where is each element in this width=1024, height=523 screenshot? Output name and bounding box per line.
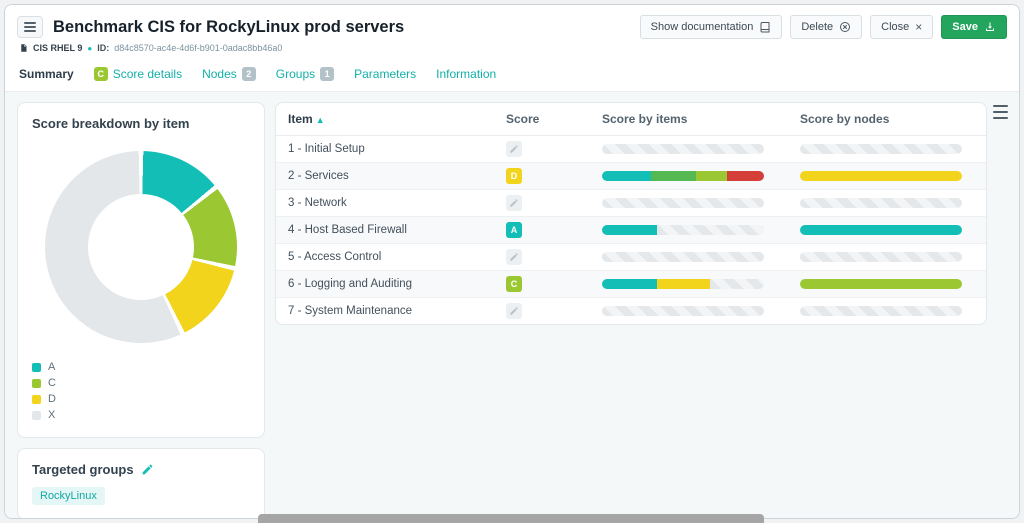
- save-button[interactable]: Save: [941, 15, 1007, 39]
- legend-item-d: D: [32, 393, 250, 405]
- items-score-table: Item▲ Score Score by items Score by node…: [276, 103, 986, 324]
- tab-information[interactable]: Information: [436, 67, 496, 81]
- score-by-items-bar: [602, 225, 764, 235]
- score-breakdown-title: Score breakdown by item: [32, 116, 250, 131]
- item-label: 6 - Logging and Auditing: [276, 271, 494, 298]
- legend-swatch-x: [32, 411, 41, 420]
- score-by-items-bar: [602, 252, 764, 262]
- file-icon: [19, 43, 28, 53]
- score-by-nodes-bar: [800, 225, 962, 235]
- book-icon: [759, 21, 771, 33]
- table-row[interactable]: 7 - System Maintenance: [276, 298, 986, 325]
- score-by-nodes-bar: [800, 198, 962, 208]
- items-score-table-card: Item▲ Score Score by items Score by node…: [275, 102, 987, 325]
- item-label: 4 - Host Based Firewall: [276, 217, 494, 244]
- score-badge: A: [506, 222, 522, 238]
- table-row[interactable]: 3 - Network: [276, 190, 986, 217]
- score-by-nodes-bar: [800, 144, 962, 154]
- score-badge: C: [506, 276, 522, 292]
- benchmark-name: CIS RHEL 9: [33, 43, 82, 53]
- score-badge: D: [506, 168, 522, 184]
- column-header-score: Score: [494, 103, 590, 136]
- score-breakdown-card: Score breakdown by item A C D: [17, 102, 265, 438]
- header: Benchmark CIS for RockyLinux prod server…: [5, 5, 1019, 60]
- item-label: 2 - Services: [276, 163, 494, 190]
- tab-groups[interactable]: Groups 1: [276, 67, 334, 81]
- legend-swatch-a: [32, 363, 41, 372]
- save-download-icon: [984, 21, 996, 33]
- item-label: 5 - Access Control: [276, 244, 494, 271]
- score-by-items-bar: [602, 279, 764, 289]
- item-label: 7 - System Maintenance: [276, 298, 494, 325]
- bottom-strip: [258, 514, 764, 523]
- id-label: ID:: [97, 43, 109, 53]
- legend-swatch-c: [32, 379, 41, 388]
- table-row[interactable]: 5 - Access Control: [276, 244, 986, 271]
- score-badge: [506, 141, 522, 157]
- score-by-nodes-bar: [800, 171, 962, 181]
- groups-count-badge: 1: [320, 67, 334, 81]
- app-window: Benchmark CIS for RockyLinux prod server…: [4, 4, 1020, 519]
- nodes-count-badge: 2: [242, 67, 256, 81]
- menu-toggle-button[interactable]: [17, 16, 43, 38]
- close-icon: ×: [915, 21, 922, 33]
- table-row[interactable]: 2 - Services D: [276, 163, 986, 190]
- score-donut: [45, 151, 237, 343]
- benchmark-meta: CIS RHEL 9 ● ID: d84c8570-ac4e-4d6f-b901…: [17, 39, 1007, 60]
- score-by-items-bar: [602, 306, 764, 316]
- right-column: Item▲ Score Score by items Score by node…: [275, 102, 1009, 506]
- id-value: d84c8570-ac4e-4d6f-b901-0adac8bb46a0: [114, 43, 282, 53]
- panel-menu-icon[interactable]: [993, 105, 1009, 119]
- item-label: 3 - Network: [276, 190, 494, 217]
- close-button[interactable]: Close ×: [870, 15, 933, 39]
- score-by-nodes-bar: [800, 252, 962, 262]
- score-by-nodes-bar: [800, 279, 962, 289]
- separator-dot: ●: [87, 44, 92, 53]
- legend-item-c: C: [32, 377, 250, 389]
- main-content: Score breakdown by item A C D: [5, 92, 1019, 518]
- targeted-groups-card: Targeted groups RockyLinux: [17, 448, 265, 518]
- legend-item-x: X: [32, 409, 250, 421]
- delete-circle-icon: [839, 21, 851, 33]
- item-label: 1 - Initial Setup: [276, 136, 494, 163]
- targeted-groups-title: Targeted groups: [32, 462, 134, 477]
- score-c-badge: C: [94, 67, 108, 81]
- table-row[interactable]: 6 - Logging and Auditing C: [276, 271, 986, 298]
- table-row[interactable]: 4 - Host Based Firewall A: [276, 217, 986, 244]
- group-chip-rockylinux[interactable]: RockyLinux: [32, 487, 105, 505]
- sort-asc-icon: ▲: [316, 115, 325, 125]
- tab-nodes[interactable]: Nodes 2: [202, 67, 256, 81]
- legend-item-a: A: [32, 361, 250, 373]
- score-legend: A C D X: [32, 361, 250, 421]
- score-by-items-bar: [602, 198, 764, 208]
- score-badge: [506, 249, 522, 265]
- column-header-item[interactable]: Item▲: [276, 103, 494, 136]
- column-header-score-by-items: Score by items: [590, 103, 788, 136]
- column-header-score-by-nodes: Score by nodes: [788, 103, 986, 136]
- score-by-items-bar: [602, 144, 764, 154]
- score-by-items-bar: [602, 171, 764, 181]
- page-title: Benchmark CIS for RockyLinux prod server…: [53, 18, 404, 37]
- score-by-nodes-bar: [800, 306, 962, 316]
- tab-score-details[interactable]: C Score details: [94, 67, 182, 81]
- tab-parameters[interactable]: Parameters: [354, 67, 416, 81]
- tab-bar: Summary C Score details Nodes 2 Groups 1…: [5, 60, 1019, 92]
- show-documentation-button[interactable]: Show documentation: [640, 15, 783, 39]
- score-badge: [506, 303, 522, 319]
- score-badge: [506, 195, 522, 211]
- delete-button[interactable]: Delete: [790, 15, 862, 39]
- edit-pencil-icon[interactable]: [141, 463, 154, 476]
- left-column: Score breakdown by item A C D: [17, 102, 265, 506]
- legend-swatch-d: [32, 395, 41, 404]
- table-row[interactable]: 1 - Initial Setup: [276, 136, 986, 163]
- tab-summary[interactable]: Summary: [19, 67, 74, 81]
